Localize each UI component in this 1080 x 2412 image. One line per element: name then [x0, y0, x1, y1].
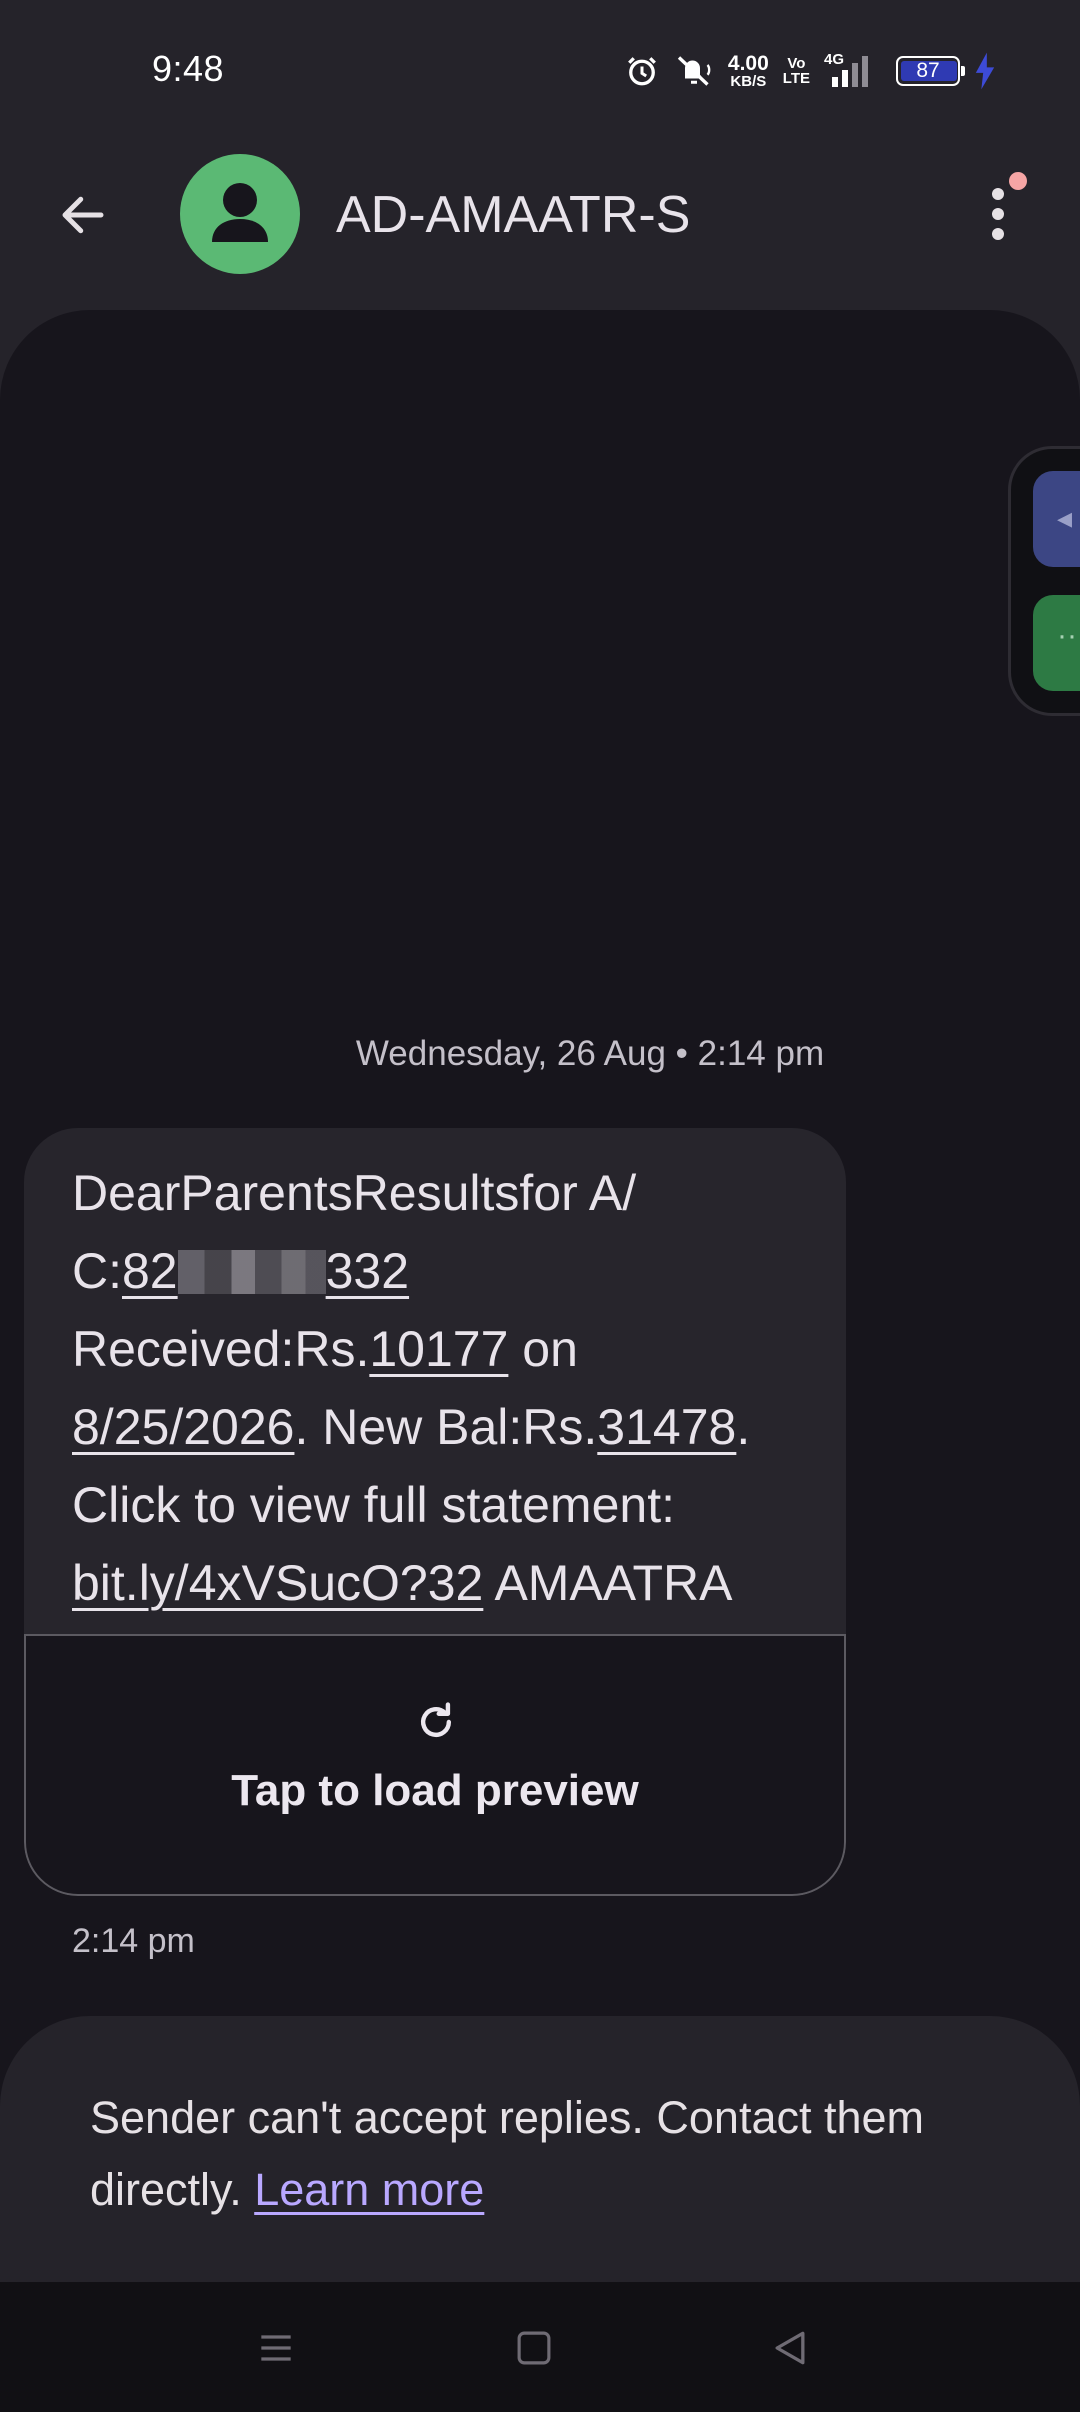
message-text: DearParentsResultsfor A/ C:82 332 Receive…	[72, 1165, 751, 1611]
net-speed-value: 4.00	[727, 52, 769, 75]
volume-icon: ◂	[1057, 502, 1073, 535]
statement-link[interactable]: bit.ly/4xVSucO?32	[72, 1555, 483, 1611]
volte-bottom: LTE	[782, 70, 810, 87]
signal-icon: 4G	[824, 51, 882, 91]
contact-name[interactable]: AD-AMAATR-S	[336, 185, 690, 245]
alarm-icon	[624, 53, 660, 89]
refresh-icon	[420, 1702, 452, 1738]
signature: AMAATRA	[483, 1555, 733, 1611]
learn-more-link[interactable]: Learn more	[254, 2164, 484, 2215]
navigation-bar	[0, 2282, 1080, 2412]
date-link[interactable]: 8/25/2026	[72, 1399, 294, 1455]
dots-icon: ··	[1057, 619, 1077, 652]
contact-avatar[interactable]	[180, 154, 300, 274]
messages-screen: 9:48 4.00 KB/S Vo LTE 4G 87 AD-AMAATR-S …	[0, 0, 1080, 2412]
app-bar: AD-AMAATR-S	[0, 140, 1080, 290]
net-speed-indicator: 4.00 KB/S	[728, 53, 769, 89]
triangle-back-icon	[775, 2331, 805, 2365]
status-icons: 4.00 KB/S Vo LTE 4G 87	[624, 48, 996, 94]
redacted-digits	[177, 1250, 326, 1294]
square-icon	[517, 2331, 551, 2365]
arrow-back-icon	[62, 196, 104, 234]
home-button[interactable]	[504, 2318, 564, 2378]
amount-link[interactable]: 10177	[369, 1321, 508, 1377]
balance-label: . New Bal:Rs.	[294, 1399, 598, 1455]
reply-disabled-text: Sender can't accept replies. Contact the…	[90, 2082, 1010, 2226]
mute-icon	[674, 53, 714, 89]
received-label: Received:Rs.	[72, 1321, 370, 1377]
volte-indicator: Vo LTE	[783, 56, 810, 86]
net-speed-unit: KB/S	[730, 73, 767, 90]
acct-prefix: C:	[72, 1243, 122, 1299]
recents-button[interactable]	[246, 2318, 306, 2378]
system-back-button[interactable]	[760, 2318, 820, 2378]
link-preview-card[interactable]: Tap to load preview	[24, 1634, 846, 1896]
date-separator: Wednesday, 26 Aug • 2:14 pm	[355, 1034, 825, 1073]
volte-top: Vo	[787, 55, 806, 72]
status-time: 9:48	[152, 48, 225, 89]
on-label: on	[508, 1321, 578, 1377]
battery-level: 87	[916, 59, 940, 82]
balance-link[interactable]: 31478	[597, 1399, 736, 1455]
side-more-button[interactable]: ··	[1033, 595, 1080, 691]
notification-dot	[1009, 172, 1027, 190]
charging-icon	[974, 52, 996, 90]
more-vert-icon	[992, 188, 1004, 200]
statement-label: Click to view full statement:	[72, 1477, 675, 1533]
back-button[interactable]	[50, 182, 116, 248]
message-time: 2:14 pm	[72, 1922, 195, 1960]
load-preview-label: Tap to load preview	[231, 1766, 639, 1815]
battery-indicator: 87	[896, 56, 965, 86]
message-bubble[interactable]: DearParentsResultsfor A/ C:82 332 Receive…	[24, 1128, 846, 1896]
status-bar: 9:48 4.00 KB/S Vo LTE 4G 87	[0, 0, 1080, 140]
menu-icon	[261, 2335, 291, 2361]
reply-disabled-message: Sender can't accept replies. Contact the…	[90, 2092, 925, 2215]
sound-toggle-button[interactable]: ◂	[1033, 471, 1080, 567]
person-icon	[212, 183, 268, 242]
message-line1: DearParentsResultsfor A/	[72, 1165, 637, 1221]
floating-side-panel: ◂ ··	[1008, 446, 1080, 716]
reply-disabled-banner: Sender can't accept replies. Contact the…	[0, 2016, 1080, 2292]
account-number[interactable]: 82 332	[122, 1243, 409, 1299]
